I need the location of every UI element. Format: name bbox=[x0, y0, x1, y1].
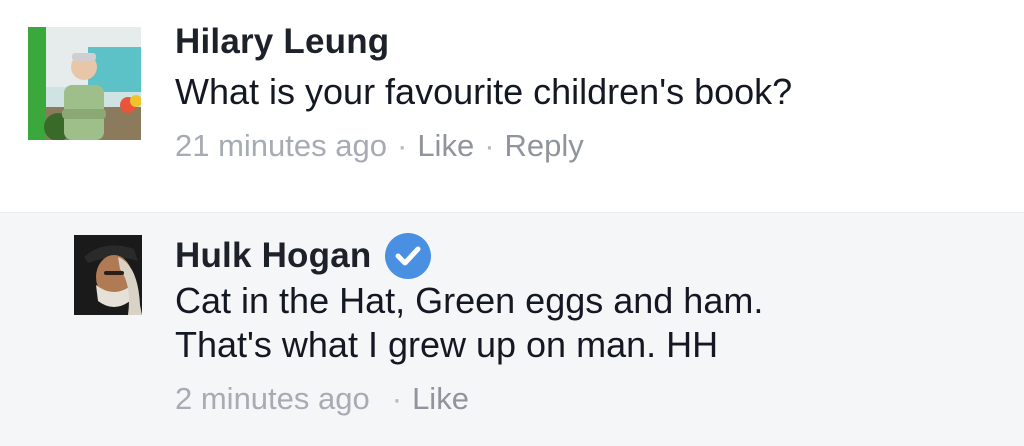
verified-checkmark-icon bbox=[385, 233, 432, 279]
separator: · bbox=[484, 128, 495, 163]
separator: · bbox=[396, 128, 408, 163]
timestamp[interactable]: 21 minutes ago bbox=[175, 128, 387, 163]
avatar[interactable] bbox=[28, 27, 141, 140]
avatar-image bbox=[74, 235, 142, 315]
comment-text-line: That's what I grew up on man. HH bbox=[175, 324, 719, 365]
avatar[interactable] bbox=[74, 235, 142, 315]
timestamp[interactable]: 2 minutes ago bbox=[175, 381, 370, 416]
reply-button[interactable]: Reply bbox=[505, 128, 584, 163]
separator: · bbox=[391, 381, 403, 416]
comment-hilary-leung: Hilary Leung What is your favourite chil… bbox=[0, 0, 1024, 212]
comment-meta: 21 minutes ago · Like · Reply bbox=[175, 128, 584, 164]
comment-text-line: What is your favourite children's book? bbox=[175, 71, 793, 112]
like-button[interactable]: Like bbox=[412, 381, 469, 416]
avatar-image bbox=[28, 27, 141, 140]
comment-text: Cat in the Hat, Green eggs and ham. That… bbox=[175, 279, 763, 367]
like-button[interactable]: Like bbox=[417, 128, 474, 163]
comment-hulk-hogan: Hulk Hogan Cat in the Hat, Green eggs an… bbox=[0, 212, 1024, 446]
author-name: Hulk Hogan bbox=[175, 233, 432, 279]
comment-meta: 2 minutes ago · Like bbox=[175, 381, 469, 417]
comment-text-line: Cat in the Hat, Green eggs and ham. bbox=[175, 280, 764, 321]
comment-text: What is your favourite children's book? bbox=[175, 70, 792, 114]
author-name-text[interactable]: Hulk Hogan bbox=[175, 236, 371, 276]
author-name[interactable]: Hilary Leung bbox=[175, 22, 389, 62]
